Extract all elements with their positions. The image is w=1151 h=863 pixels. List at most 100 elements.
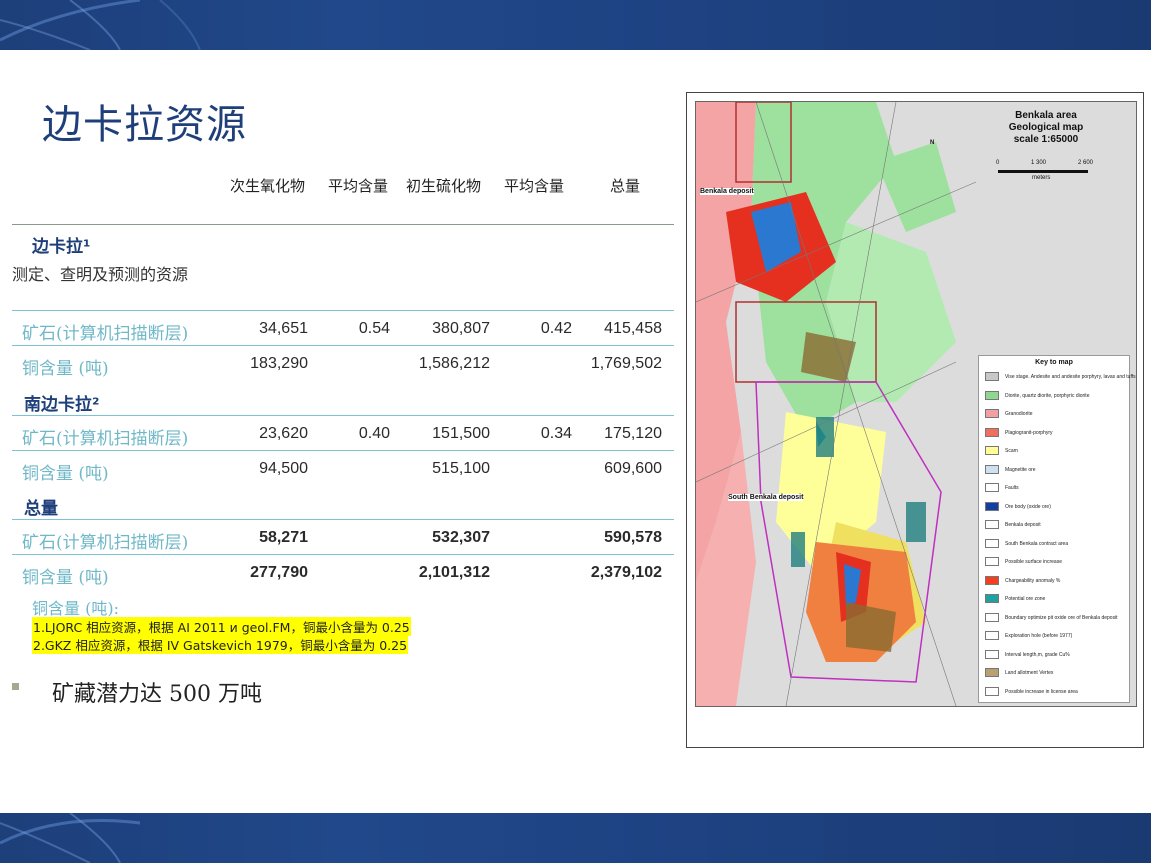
page-title: 边卡拉资源 [42, 102, 247, 148]
row-divider [12, 450, 674, 451]
label-south-benkala-deposit: South Benkala deposit [728, 494, 804, 501]
key-item: Faults [985, 483, 1019, 492]
footnote-2: 2.GKZ 相应资源，根据 IV Gatskevich 1979，铜最小含量为 … [32, 635, 409, 654]
key-swatch [985, 557, 999, 566]
map-title-line: scale 1:65000 [1013, 134, 1079, 145]
key-swatch [985, 483, 999, 492]
row-label-copper: 铜含量 (吨) [22, 568, 109, 588]
map-key: Key to map Vise stage. Andesite and ande… [978, 355, 1136, 703]
key-swatch [985, 686, 999, 696]
key-item: Potential ore zone [985, 594, 1045, 603]
map-canvas: Benkala area Geological map scale 1:6500… [695, 101, 1137, 707]
key-swatch [985, 372, 999, 381]
key-item: Chargeability anomaly % [985, 575, 1060, 585]
footer-band [0, 813, 1151, 863]
key-item: Plagiogranit-porphyry [985, 427, 1053, 437]
section-title-benkala: 边卡拉¹ [32, 237, 91, 257]
key-item-label: Diorite, quartz diorite, porphyric diori… [1005, 392, 1090, 399]
header-divider [12, 224, 674, 225]
key-item: Diorite, quartz diorite, porphyric diori… [985, 390, 1090, 400]
map-title-line: Benkala area [1015, 110, 1077, 121]
row-label-copper: 铜含量 (吨) [22, 464, 109, 484]
cell-value: 58,271 [259, 529, 308, 546]
label-benkala-deposit: Benkala deposit [700, 188, 754, 195]
row-divider [12, 415, 674, 416]
header-band [0, 0, 1151, 50]
key-item-label: Boundary optimize pit oxide ore of Benka… [1005, 614, 1118, 621]
key-item-label: Granodiorite [1005, 410, 1033, 417]
north-arrow: N [930, 140, 935, 146]
swirl-decoration [0, 0, 201, 50]
key-item: Vise stage. Andesite and andesite porphy… [985, 372, 1136, 381]
map-title: Benkala area Geological map scale 1:6500… [986, 110, 1106, 146]
key-item-label: South Benkala contract area [1005, 540, 1069, 547]
scale-unit: meters [1032, 175, 1051, 181]
scale-bar [998, 170, 1088, 173]
scale-tick: 1 300 [1031, 160, 1047, 166]
key-item-label: Vise stage. Andesite and andesite porphy… [1005, 373, 1136, 380]
cell-value: 277,790 [250, 564, 308, 581]
key-swatch [985, 612, 999, 622]
key-swatch [985, 501, 999, 511]
key-item: Land allotment Vertex [985, 668, 1053, 677]
geological-map: Benkala area Geological map scale 1:6500… [686, 92, 1144, 748]
cell-value: 532,307 [432, 529, 490, 546]
key-item-label: Possible surface increase [1005, 558, 1062, 565]
key-swatch [985, 538, 999, 548]
header-primary-sulfide: 初生硫化物 [406, 177, 482, 195]
key-item-label: Magnetite ore [1005, 466, 1036, 473]
header-avg-grade-2: 平均含量 [504, 177, 565, 195]
header-total: 总量 [610, 177, 641, 195]
key-swatch [985, 631, 999, 640]
key-item-label: Exploration hole (before 1977) [1005, 632, 1073, 639]
key-swatch [985, 409, 999, 418]
key-item-label: Interval length,m, grade Cu% [1005, 651, 1070, 658]
cell-value: 609,600 [604, 460, 662, 477]
key-item: Benkala deposit [985, 520, 1041, 529]
swirl-decoration [0, 813, 141, 863]
key-item: Scarn [985, 446, 1018, 455]
header-avg-grade-1: 平均含量 [328, 177, 389, 195]
map-title-line: Geological map [1008, 122, 1084, 133]
row-divider [12, 519, 674, 520]
section-subtitle: 测定、查明及预测的资源 [12, 265, 189, 284]
scale-tick: 0 [996, 160, 1000, 166]
key-item: Magnetite ore [985, 464, 1036, 474]
cell-value: 415,458 [604, 320, 662, 337]
row-label-copper: 铜含量 (吨) [22, 359, 109, 379]
key-item: Possible surface increase [985, 557, 1062, 566]
copper-note: 铜含量 (吨): [32, 599, 119, 618]
row-label-ore: 矿石(计算机扫描断层) [22, 324, 189, 344]
key-item: Exploration hole (before 1977) [985, 631, 1072, 640]
cell-value: 2,379,102 [590, 564, 662, 581]
key-swatch [985, 446, 999, 455]
key-item: Boundary optimize pit oxide ore of Benka… [985, 612, 1118, 622]
row-divider [12, 310, 674, 311]
key-item-label: Plagiogranit-porphyry [1005, 429, 1053, 436]
cell-value: 2,101,312 [418, 564, 490, 581]
key-swatch [985, 390, 999, 400]
key-item: Ore body (oxide ore) [985, 501, 1051, 511]
section-title-total: 总量 [24, 499, 58, 519]
cell-value: 175,120 [604, 425, 662, 442]
key-title: Key to map [1035, 359, 1073, 366]
key-swatch [985, 649, 999, 659]
key-item: South Benkala contract area [985, 538, 1069, 548]
row-label-ore: 矿石(计算机扫描断层) [22, 533, 189, 553]
key-swatch [985, 575, 999, 585]
key-swatch [985, 668, 999, 677]
key-swatch [985, 427, 999, 437]
bullet-text: 矿藏潜力达 500 万吨 [52, 682, 262, 707]
row-divider [12, 345, 674, 346]
key-item-label: Land allotment Vertex [1005, 669, 1054, 676]
bullet-marker [12, 683, 19, 690]
section-title-south-benkala: 南边卡拉² [24, 395, 100, 415]
key-item: Possible increase in license area [985, 686, 1078, 696]
key-item-label: Possible increase in license area [1005, 688, 1078, 695]
cell-value: 1,586,212 [418, 355, 490, 372]
cell-value: 183,290 [250, 355, 308, 372]
key-item-label: Faults [1005, 484, 1019, 491]
key-swatch [985, 464, 999, 474]
key-item-label: Ore body (oxide ore) [1005, 503, 1051, 510]
scale-tick: 2 600 [1078, 160, 1094, 166]
